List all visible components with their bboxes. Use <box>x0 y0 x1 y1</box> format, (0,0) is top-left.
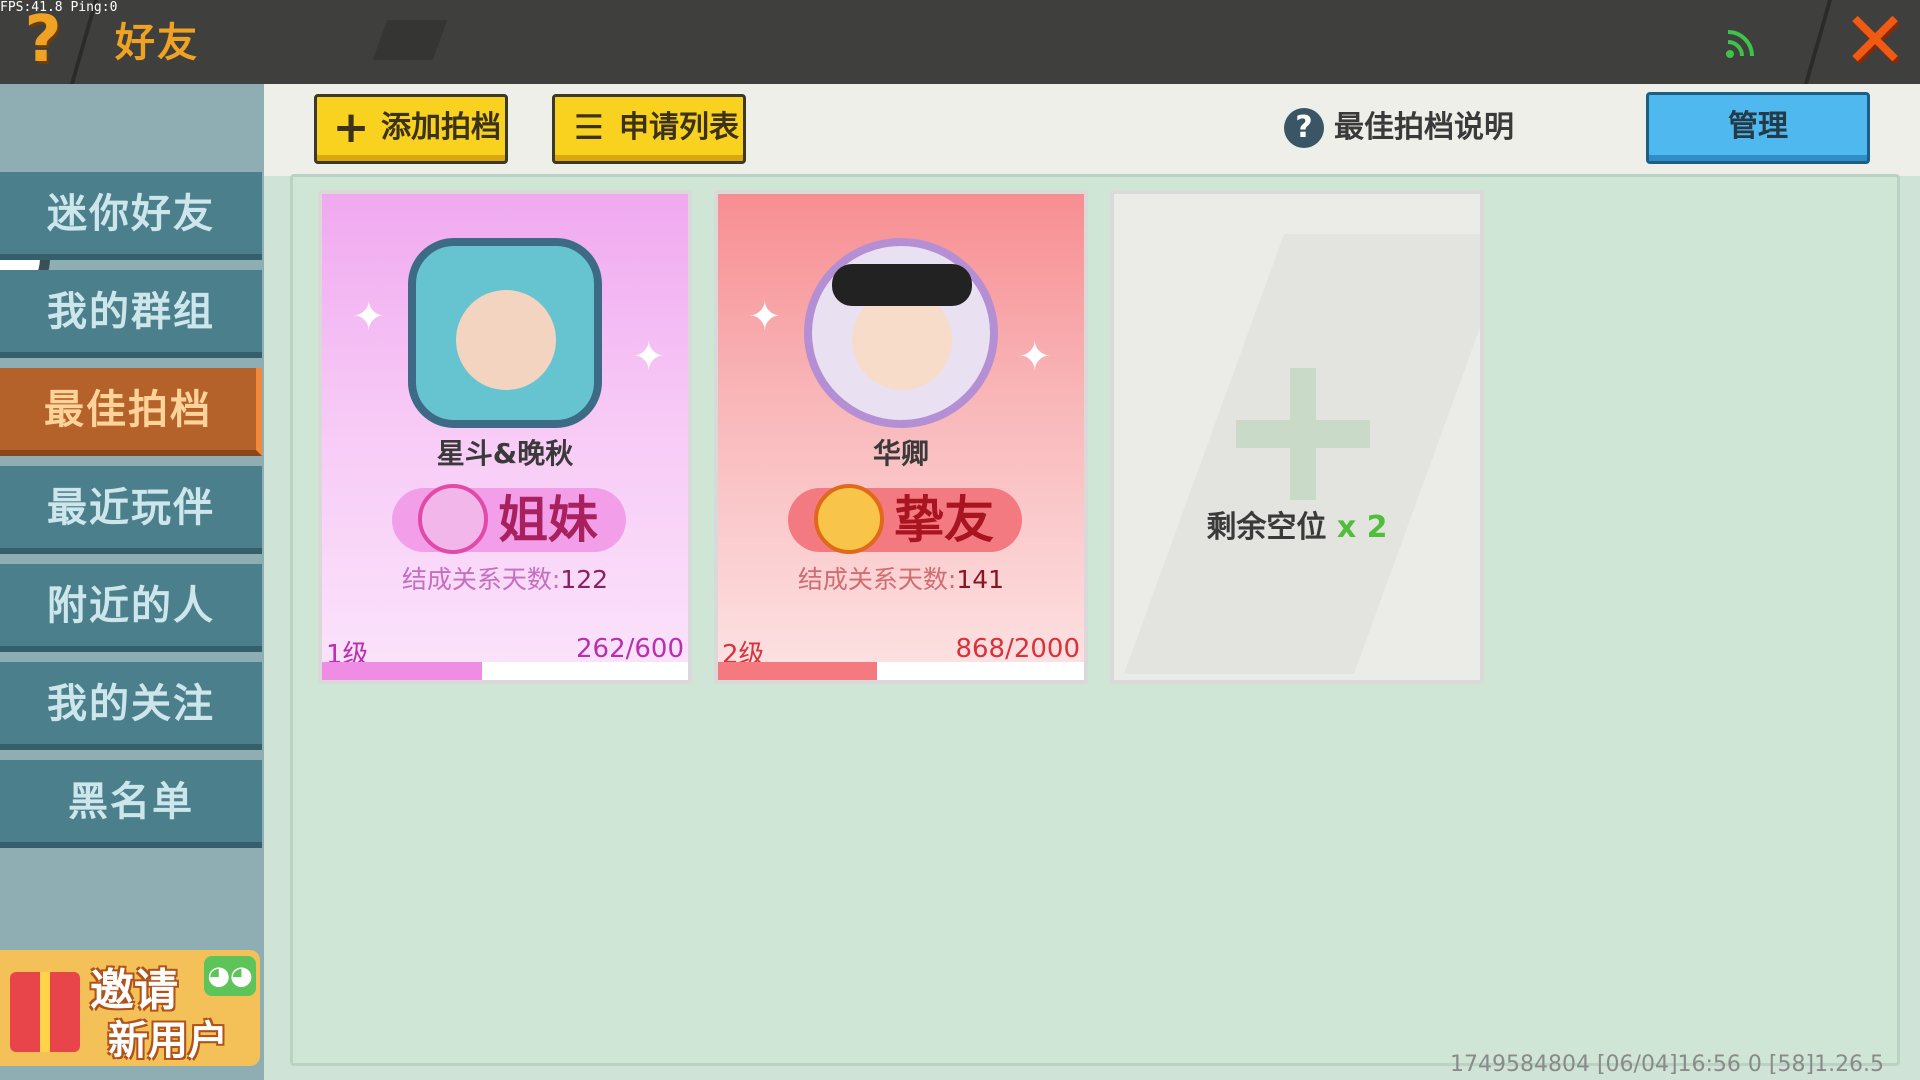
partner-card[interactable]: ✦ ✦ 华卿 挚友 结成关系天数:141 2级 868/2000 <box>714 190 1088 684</box>
relation-badge: 挚友 <box>788 484 1022 554</box>
partner-exp: 262/600 <box>575 634 684 664</box>
sparkle-icon: ✦ <box>352 294 386 340</box>
sidebar-item-my-groups[interactable]: 我的群组 <box>0 270 262 358</box>
gift-icon <box>10 972 80 1052</box>
partner-card[interactable]: ✦ ✦ 星斗&晚秋 姐妹 结成关系天数:122 1级 262/600 <box>318 190 692 684</box>
fps-overlay: FPS:41.8 Ping:0 <box>0 0 118 15</box>
title-bar: ? 好友 ✕ <box>0 0 1920 84</box>
exp-progress-bar <box>322 662 688 680</box>
question-icon: ? <box>1284 108 1324 148</box>
relation-label: 挚友 <box>894 491 994 549</box>
new-user-label: 新用户 <box>108 1018 228 1064</box>
sidebar-item-recent-playmates[interactable]: 最近玩伴 <box>0 466 262 554</box>
relation-days: 结成关系天数:141 <box>797 565 1005 594</box>
wechat-icon: ◕◕ <box>204 956 256 996</box>
invite-new-user-button[interactable]: 邀请 新用户 ◕◕ <box>0 950 260 1066</box>
partner-name: 星斗&晚秋 <box>436 437 574 470</box>
request-list-label: 申请列表 <box>619 110 739 145</box>
request-list-button[interactable]: ☰ 申请列表 <box>552 94 746 164</box>
list-icon: ☰ <box>573 108 605 148</box>
add-partner-label: 添加拍档 <box>381 110 501 145</box>
sidebar-item-nearby[interactable]: 附近的人 <box>0 564 262 652</box>
empty-partner-slot[interactable]: 剩余空位 x 2 <box>1110 190 1484 684</box>
exp-progress-bar <box>718 662 1084 680</box>
sidebar-item-best-partner[interactable]: 最佳拍档 <box>0 368 262 456</box>
avatar <box>408 238 602 428</box>
sparkle-icon: ✦ <box>1018 334 1052 380</box>
help-link-label: 最佳拍档说明 <box>1334 110 1514 145</box>
signal-icon <box>1726 30 1754 58</box>
heart-icon <box>814 484 884 554</box>
sidebar-item-blacklist[interactable]: 黑名单 <box>0 760 262 848</box>
relation-label: 姐妹 <box>498 491 598 549</box>
relation-days: 结成关系天数:122 <box>401 565 609 594</box>
partner-exp: 868/2000 <box>955 634 1080 664</box>
add-partner-button[interactable]: + 添加拍档 <box>314 94 508 164</box>
add-slot-icon <box>1236 420 1370 448</box>
partner-name: 华卿 <box>872 437 929 470</box>
plus-icon: + <box>332 102 370 153</box>
remaining-slots: 剩余空位 x 2 <box>1206 510 1388 545</box>
avatar <box>804 238 998 428</box>
sparkle-icon: ✦ <box>748 294 782 340</box>
best-partner-help-link[interactable]: ? 最佳拍档说明 <box>1284 104 1514 152</box>
sparkle-icon: ✦ <box>632 334 666 380</box>
decorative-shape <box>372 20 448 60</box>
bow-icon <box>418 484 488 554</box>
divider <box>1803 0 1833 84</box>
relation-badge: 姐妹 <box>392 484 626 554</box>
close-icon[interactable]: ✕ <box>1842 2 1908 80</box>
sidebar-item-mini-friends[interactable]: 迷你好友 <box>0 172 262 260</box>
manage-button[interactable]: 管理 <box>1646 92 1870 164</box>
page-title: 好友 <box>115 20 199 66</box>
sidebar-item-following[interactable]: 我的关注 <box>0 662 262 750</box>
build-stamp: 1749584804 [06/04]16:56 0 [58]1.26.5 <box>1450 1052 1885 1077</box>
